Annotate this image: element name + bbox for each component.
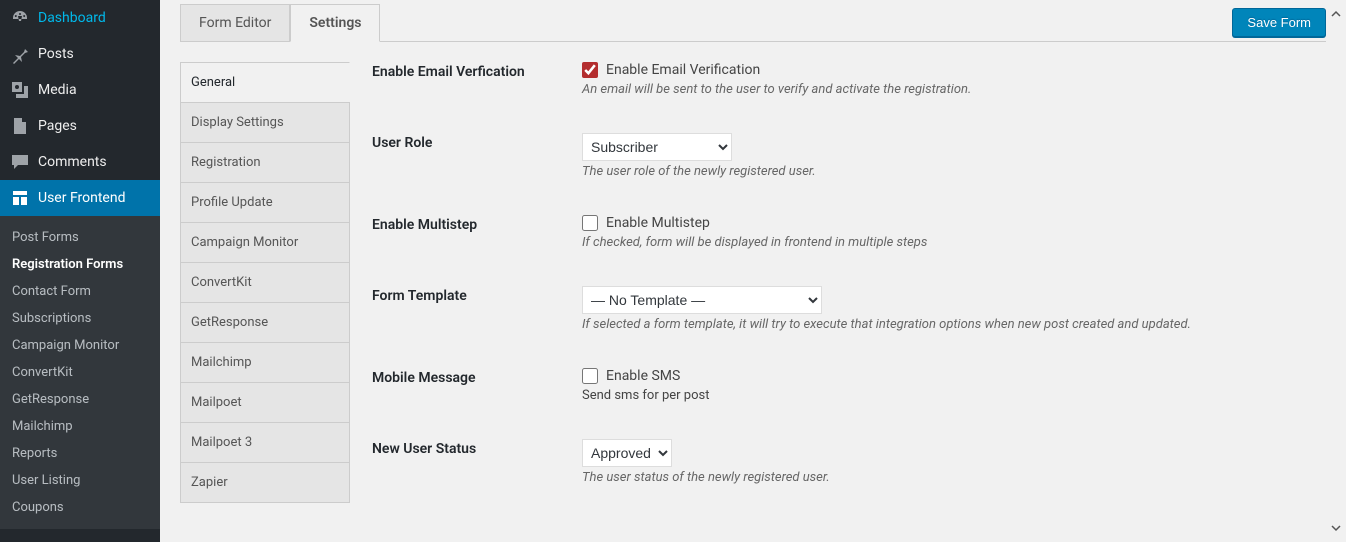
sidebar-label: Pages: [38, 117, 77, 135]
main-content: Form Editor Settings Save Form General D…: [160, 0, 1346, 542]
sub-mailchimp[interactable]: Mailchimp: [0, 413, 160, 440]
form-template-select[interactable]: — No Template —: [582, 286, 822, 314]
email-verification-checkbox[interactable]: [582, 62, 598, 78]
settings-nav-general[interactable]: General: [180, 62, 350, 103]
save-form-button[interactable]: Save Form: [1232, 8, 1326, 37]
pages-icon: [10, 116, 30, 136]
sidebar-label: Dashboard: [38, 9, 106, 27]
scroll-up-icon[interactable]: [1328, 6, 1344, 22]
multistep-checkbox[interactable]: [582, 215, 598, 231]
settings-nav-mailpoet[interactable]: Mailpoet: [180, 382, 350, 423]
wp-admin-sidebar: Dashboard Posts Media Pages Comments Use…: [0, 0, 160, 542]
tab-form-editor[interactable]: Form Editor: [180, 4, 290, 41]
sub-reports[interactable]: Reports: [0, 440, 160, 467]
mobile-message-desc: Send sms for per post: [582, 388, 1306, 403]
user-status-desc: The user status of the newly registered …: [582, 470, 1306, 485]
multistep-desc: If checked, form will be displayed in fr…: [582, 235, 1306, 250]
dashboard-icon: [10, 8, 30, 28]
settings-nav-zapier[interactable]: Zapier: [180, 462, 350, 503]
sub-campaign-monitor[interactable]: Campaign Monitor: [0, 332, 160, 359]
sidebar-label: Media: [38, 81, 77, 99]
user-role-label: User Role: [372, 133, 582, 151]
settings-nav-mailchimp[interactable]: Mailchimp: [180, 342, 350, 383]
enable-sms-checkbox-row[interactable]: Enable SMS: [582, 368, 1306, 384]
settings-nav-campaign-monitor[interactable]: Campaign Monitor: [180, 222, 350, 263]
sub-post-forms[interactable]: Post Forms: [0, 224, 160, 251]
multistep-label: Enable Multistep: [372, 215, 582, 233]
sidebar-label: User Frontend: [38, 189, 125, 207]
settings-form: Enable Email Verfication Enable Email Ve…: [350, 62, 1326, 522]
settings-nav-profile-update[interactable]: Profile Update: [180, 182, 350, 223]
settings-nav-display[interactable]: Display Settings: [180, 102, 350, 143]
enable-sms-checkbox-label: Enable SMS: [606, 368, 680, 384]
sidebar-item-posts[interactable]: Posts: [0, 36, 160, 72]
sub-user-listing[interactable]: User Listing: [0, 467, 160, 494]
sidebar-item-pages[interactable]: Pages: [0, 108, 160, 144]
comments-icon: [10, 152, 30, 172]
pin-icon: [10, 44, 30, 64]
sidebar-item-user-frontend[interactable]: User Frontend: [0, 180, 160, 216]
sidebar-item-comments[interactable]: Comments: [0, 144, 160, 180]
email-verification-desc: An email will be sent to the user to ver…: [582, 82, 1306, 97]
sub-getresponse[interactable]: GetResponse: [0, 386, 160, 413]
user-role-desc: The user role of the newly registered us…: [582, 164, 1306, 179]
sidebar-submenu: Post Forms Registration Forms Contact Fo…: [0, 216, 160, 529]
settings-nav-mailpoet3[interactable]: Mailpoet 3: [180, 422, 350, 463]
email-verification-checkbox-label: Enable Email Verification: [606, 62, 760, 78]
settings-nav-getresponse[interactable]: GetResponse: [180, 302, 350, 343]
email-verification-label: Enable Email Verfication: [372, 62, 582, 80]
multistep-checkbox-row[interactable]: Enable Multistep: [582, 215, 1306, 231]
sidebar-item-dashboard[interactable]: Dashboard: [0, 0, 160, 36]
scroll-down-icon[interactable]: [1328, 520, 1344, 536]
sidebar-label: Comments: [38, 153, 107, 171]
sub-convertkit[interactable]: ConvertKit: [0, 359, 160, 386]
form-template-desc: If selected a form template, it will try…: [582, 317, 1306, 332]
enable-sms-checkbox[interactable]: [582, 368, 598, 384]
mobile-message-label: Mobile Message: [372, 368, 582, 386]
settings-nav-convertkit[interactable]: ConvertKit: [180, 262, 350, 303]
user-status-select[interactable]: Approved: [582, 439, 672, 467]
media-icon: [10, 80, 30, 100]
sidebar-item-media[interactable]: Media: [0, 72, 160, 108]
user-frontend-icon: [10, 188, 30, 208]
email-verification-checkbox-row[interactable]: Enable Email Verification: [582, 62, 1306, 78]
tab-settings[interactable]: Settings: [290, 4, 380, 42]
sub-coupons[interactable]: Coupons: [0, 494, 160, 521]
form-template-label: Form Template: [372, 286, 582, 304]
user-status-label: New User Status: [372, 439, 582, 457]
sub-registration-forms[interactable]: Registration Forms: [0, 251, 160, 278]
settings-nav: General Display Settings Registration Pr…: [180, 62, 350, 522]
user-role-select[interactable]: Subscriber: [582, 133, 732, 161]
settings-nav-registration[interactable]: Registration: [180, 142, 350, 183]
tabs-row: Form Editor Settings Save Form: [180, 4, 1326, 42]
sub-contact-form[interactable]: Contact Form: [0, 278, 160, 305]
sub-subscriptions[interactable]: Subscriptions: [0, 305, 160, 332]
multistep-checkbox-label: Enable Multistep: [606, 215, 710, 231]
sidebar-label: Posts: [38, 45, 74, 63]
